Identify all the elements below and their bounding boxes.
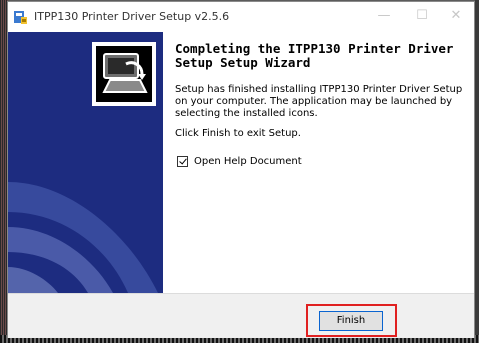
computer-setup-icon xyxy=(102,53,148,93)
wizard-description: Setup has finished installing ITPP130 Pr… xyxy=(175,84,463,119)
wizard-sidebar-image xyxy=(8,32,163,293)
close-button[interactable]: ✕ xyxy=(436,2,476,32)
window-title: ITPP130 Printer Driver Setup v2.5.6 xyxy=(34,10,230,23)
wizard-content: Completing the ITPP130 Printer Driver Se… xyxy=(163,32,474,293)
background-right-edge xyxy=(475,0,479,343)
minimize-button[interactable]: — xyxy=(364,2,404,32)
wizard-footer: Finish xyxy=(8,293,474,338)
open-help-checkbox-label[interactable]: Open Help Document xyxy=(194,156,302,167)
setup-logo xyxy=(92,42,156,106)
open-help-checkbox-row[interactable]: Open Help Document xyxy=(177,153,302,169)
open-help-checkbox[interactable] xyxy=(177,155,188,167)
finish-instruction: Click Finish to exit Setup. xyxy=(175,128,301,139)
finish-highlight-box xyxy=(306,304,397,337)
setup-app-icon xyxy=(14,11,27,24)
setup-window: ITPP130 Printer Driver Setup v2.5.6 — ☐ … xyxy=(7,1,475,338)
title-bar[interactable]: ITPP130 Printer Driver Setup v2.5.6 — ☐ … xyxy=(8,2,474,32)
wizard-heading: Completing the ITPP130 Printer Driver Se… xyxy=(175,41,454,70)
